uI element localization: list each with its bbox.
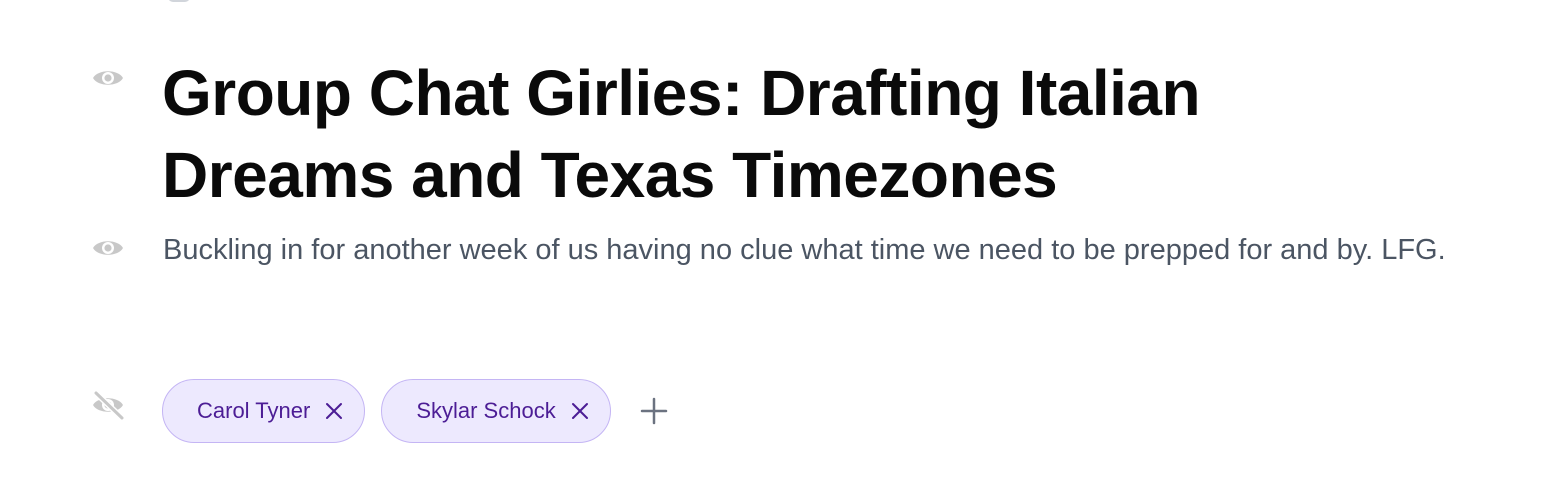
eye-icon: [93, 241, 123, 255]
remove-tag-button[interactable]: [570, 401, 590, 421]
title-visibility-toggle[interactable]: [90, 63, 126, 93]
tag-list: Carol Tyner Skylar Schock: [162, 379, 679, 443]
close-icon: [326, 403, 343, 419]
eye-icon: [93, 71, 123, 85]
clipped-row-fragment: [169, 0, 189, 2]
tag-chip[interactable]: Skylar Schock: [381, 379, 611, 443]
tag-chip[interactable]: Carol Tyner: [162, 379, 366, 443]
tags-visibility-toggle[interactable]: [90, 390, 126, 420]
page: Group Chat Girlies: Drafting Italian Dre…: [0, 0, 1546, 492]
remove-tag-button[interactable]: [324, 401, 344, 421]
plus-icon: [640, 397, 667, 425]
close-icon: [571, 403, 588, 419]
page-description[interactable]: Buckling in for another week of us havin…: [163, 226, 1453, 274]
add-tag-button[interactable]: [629, 386, 679, 436]
page-title[interactable]: Group Chat Girlies: Drafting Italian Dre…: [162, 52, 1362, 216]
description-visibility-toggle[interactable]: [90, 233, 126, 263]
tag-label: Skylar Schock: [416, 398, 556, 423]
tag-label: Carol Tyner: [197, 398, 311, 423]
eye-off-icon: [93, 390, 125, 420]
